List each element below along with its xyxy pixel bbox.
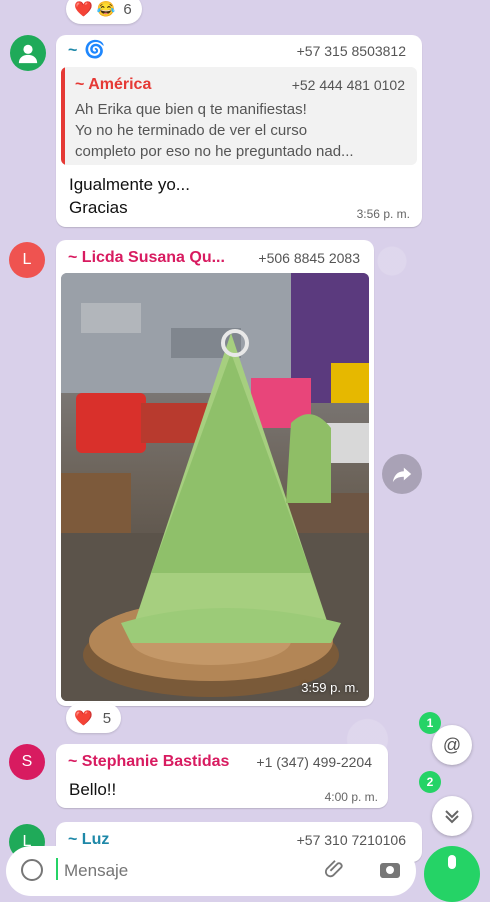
forward-icon <box>392 467 412 483</box>
message-line: Igualmente yo... <box>69 175 190 194</box>
quote-line: completo por eso no he preguntado nad... <box>75 143 354 160</box>
avatar[interactable]: S <box>9 744 45 780</box>
double-chevron-down-icon <box>445 810 459 824</box>
attach-icon[interactable] <box>324 858 346 880</box>
message-line: Gracias <box>69 198 128 217</box>
reaction-chip[interactable]: ❤️ 😂 6 <box>66 0 142 24</box>
quote-phone: +52 444 481 0102 <box>291 77 405 93</box>
sender-name[interactable]: ~ Stephanie Bastidas <box>68 753 229 771</box>
image-message-bubble[interactable]: ~ Licda Susana Qu... +506 8845 2083 3:59… <box>56 240 374 706</box>
message-bubble[interactable]: ~ Stephanie Bastidas +1 (347) 499-2204 B… <box>56 744 388 808</box>
scroll-down-button[interactable] <box>432 796 472 836</box>
text-cursor <box>56 858 58 880</box>
sender-phone: +506 8845 2083 <box>258 250 360 266</box>
message-composer[interactable] <box>6 846 416 896</box>
quote-text: Ah Erika que bien q te manifiestas! Yo n… <box>75 99 354 162</box>
quoted-message[interactable]: ~ América +52 444 481 0102 Ah Erika que … <box>61 67 417 165</box>
heart-emoji: ❤️ <box>74 1 93 18</box>
sender-phone: +1 (347) 499-2204 <box>256 754 372 770</box>
sender-name[interactable]: ~ <box>68 42 77 60</box>
reaction-count: 6 <box>123 0 132 18</box>
message-bubble[interactable]: ~ 🌀 +57 315 8503812 ~ América +52 444 48… <box>56 35 422 227</box>
microphone-icon <box>448 855 456 869</box>
swirl-emoji: 🌀 <box>84 40 106 59</box>
reaction-count: 5 <box>102 709 112 727</box>
photo-image <box>61 273 369 701</box>
at-icon: @ <box>442 734 462 755</box>
camera-icon[interactable] <box>378 858 402 880</box>
quote-bar <box>61 67 65 165</box>
quote-sender: ~ América <box>75 76 152 93</box>
avatar[interactable]: L <box>9 242 45 278</box>
quote-line: Ah Erika que bien q te manifiestas! <box>75 101 307 118</box>
voice-message-button[interactable] <box>424 846 480 902</box>
photo-candle-tree[interactable]: 3:59 p. m. <box>61 273 369 701</box>
message-text: Bello!! <box>69 780 117 799</box>
laugh-emoji: 😂 <box>96 1 116 18</box>
person-icon <box>18 44 38 64</box>
message-input[interactable] <box>62 856 296 886</box>
emoji-icon[interactable] <box>20 858 44 882</box>
heart-emoji: ❤️ <box>74 710 93 727</box>
forward-button[interactable] <box>382 454 422 494</box>
mentions-button[interactable]: @ <box>432 725 472 765</box>
message-text: Igualmente yo... Gracias <box>69 173 190 219</box>
quote-line: Yo no he terminado de ver el curso <box>75 122 308 139</box>
reaction-chip[interactable]: ❤️ 5 <box>66 703 122 733</box>
sender-name[interactable]: ~ Licda Susana Qu... <box>68 249 225 267</box>
image-time: 3:59 p. m. <box>301 680 359 695</box>
message-time: 4:00 p. m. <box>324 790 378 804</box>
message-time: 3:56 p. m. <box>356 207 410 221</box>
mentions-count-badge: 1 <box>419 712 441 734</box>
avatar-default[interactable] <box>10 35 46 71</box>
unread-count-badge: 2 <box>419 771 441 793</box>
sender-phone: +57 315 8503812 <box>296 43 406 59</box>
